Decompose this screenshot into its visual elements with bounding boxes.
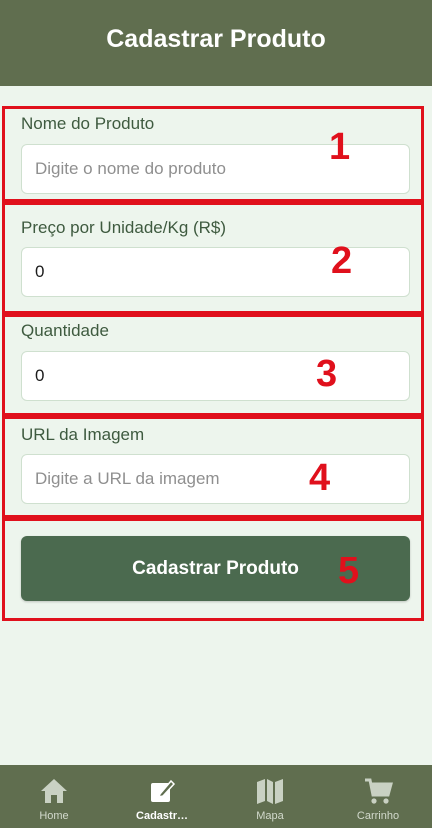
home-icon: [38, 775, 70, 807]
price-label: Preço por Unidade/Kg (R$): [21, 218, 227, 237]
edit-icon: [146, 775, 178, 807]
annotation-number-1: 1: [329, 126, 351, 168]
quantity-label: Quantidade: [21, 321, 109, 340]
image-url-label: URL da Imagem: [21, 425, 145, 444]
tab-mapa[interactable]: Mapa: [216, 765, 324, 828]
tab-cadastrar[interactable]: Cadastr…: [108, 765, 216, 828]
page-title: Cadastrar Produto: [106, 24, 326, 53]
tab-carrinho[interactable]: Carrinho: [324, 765, 432, 828]
tab-cadastrar-label: Cadastr…: [136, 810, 188, 822]
tab-home-label: Home: [39, 810, 69, 822]
image-url-input[interactable]: [21, 454, 410, 504]
tab-mapa-label: Mapa: [256, 810, 284, 822]
cart-icon: [362, 775, 394, 807]
tab-carrinho-label: Carrinho: [356, 810, 400, 822]
bottom-tab-bar: Home Cadastr… Mapa Carrinho: [0, 765, 432, 828]
annotation-number-3: 3: [316, 353, 338, 395]
product-name-input[interactable]: [21, 144, 410, 194]
map-icon: [254, 775, 286, 807]
tab-home[interactable]: Home: [0, 765, 108, 828]
app-header: Cadastrar Produto: [0, 0, 432, 86]
annotation-number-5: 5: [338, 550, 360, 592]
quantity-input[interactable]: [21, 351, 410, 401]
annotation-number-4: 4: [309, 457, 331, 499]
product-name-label: Nome do Produto: [21, 114, 155, 133]
annotation-number-2: 2: [331, 240, 353, 282]
